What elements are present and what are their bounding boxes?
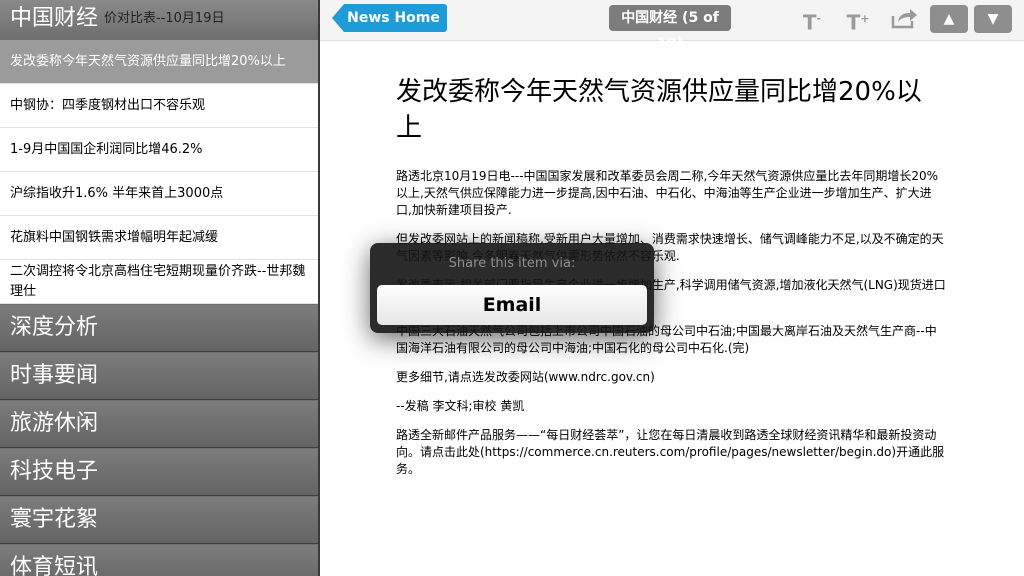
toolbar: News Home 中国财经 (5 of 10) T- T+ ▲ ▼	[320, 0, 1024, 52]
font-increase-icon[interactable]: T+	[844, 6, 872, 35]
article-list-item[interactable]: 花旗料中国钢铁需求增幅明年起减缓	[0, 216, 318, 260]
article-list-item-label: 沪综指收升1.6% 半年来首上3000点	[10, 185, 224, 201]
article-list-item-label: 花旗料中国钢铁需求增幅明年起减缓	[10, 229, 219, 245]
section-item-technology[interactable]: 科技电子	[0, 448, 318, 496]
share-icon[interactable]	[890, 6, 918, 32]
article-list-item-label: 1-9月中国国企利润同比增46.2%	[10, 141, 203, 157]
next-article-button[interactable]: ▼	[974, 5, 1012, 33]
section-item-travel-leisure[interactable]: 旅游休闲	[0, 400, 318, 448]
article-list-item[interactable]: 1-9月中国国企利润同比增46.2%	[0, 128, 318, 172]
sidebar: 价对比表--10月19日 中国财经 发改委称今年天然气资源供应量同比增20%以上…	[0, 0, 320, 576]
news-home-button[interactable]: News Home	[332, 4, 447, 32]
article-list-item-selected[interactable]: 发改委称今年天然气资源供应量同比增20%以上	[0, 40, 318, 84]
section-item-depth-analysis[interactable]: 深度分析	[0, 304, 318, 352]
sidebar-header: 价对比表--10月19日 中国财经	[0, 0, 318, 40]
article-list-item-label: 二次调控将令北京高档住宅短期现量价齐跌--世邦魏理仕	[10, 263, 306, 299]
article-paragraph: --发稿 李文科;审校 黄凯	[396, 399, 525, 413]
font-decrease-icon[interactable]: T-	[798, 6, 826, 35]
article-list-item[interactable]: 中钢协：四季度钢材出口不容乐观	[0, 84, 318, 128]
section-list: 深度分析 时事要闻 旅游休闲 科技电子 寰宇花絮 体育短讯	[0, 304, 318, 576]
section-item-sports-brief[interactable]: 体育短讯	[0, 544, 318, 576]
sidebar-title: 中国财经	[10, 6, 99, 31]
section-item-current-affairs[interactable]: 时事要闻	[0, 352, 318, 400]
previous-article-button[interactable]: ▲	[930, 5, 968, 33]
sidebar-subtitle: 价对比表--10月19日	[104, 11, 225, 26]
article-paragraph: 路透北京10月19日电---中国国家发展和改革委员会周二称,今年天然气资源供应量…	[396, 169, 939, 217]
article-list: 发改委称今年天然气资源供应量同比增20%以上 中钢协：四季度钢材出口不容乐观 1…	[0, 40, 318, 304]
up-arrow-icon: ▲	[943, 11, 955, 27]
article-list-item[interactable]: 沪综指收升1.6% 半年来首上3000点	[0, 172, 318, 216]
page-indicator[interactable]: 中国财经 (5 of 10)	[609, 5, 731, 52]
article-list-item[interactable]: 二次调控将令北京高档住宅短期现量价齐跌--世邦魏理仕	[0, 260, 318, 304]
share-popover: Share this item via: Email	[370, 243, 654, 333]
article-paragraph[interactable]: 路透全新邮件产品服务——“每日财经荟萃”，让您在每日清晨收到路透全球财经资讯精华…	[396, 427, 946, 478]
article-paragraph[interactable]: 更多细节,请点选发改委网站(www.ndrc.gov.cn)	[396, 369, 946, 386]
article-list-item-label: 中钢协：四季度钢材出口不容乐观	[10, 97, 206, 113]
down-arrow-icon: ▼	[987, 11, 999, 27]
section-item-world-oddities[interactable]: 寰宇花絮	[0, 496, 318, 544]
article-list-item-label: 发改委称今年天然气资源供应量同比增20%以上	[10, 53, 286, 69]
article-title: 发改委称今年天然气资源供应量同比增20%以上	[396, 77, 922, 143]
email-button[interactable]: Email	[377, 285, 647, 325]
share-caption: Share this item via:	[448, 256, 576, 271]
